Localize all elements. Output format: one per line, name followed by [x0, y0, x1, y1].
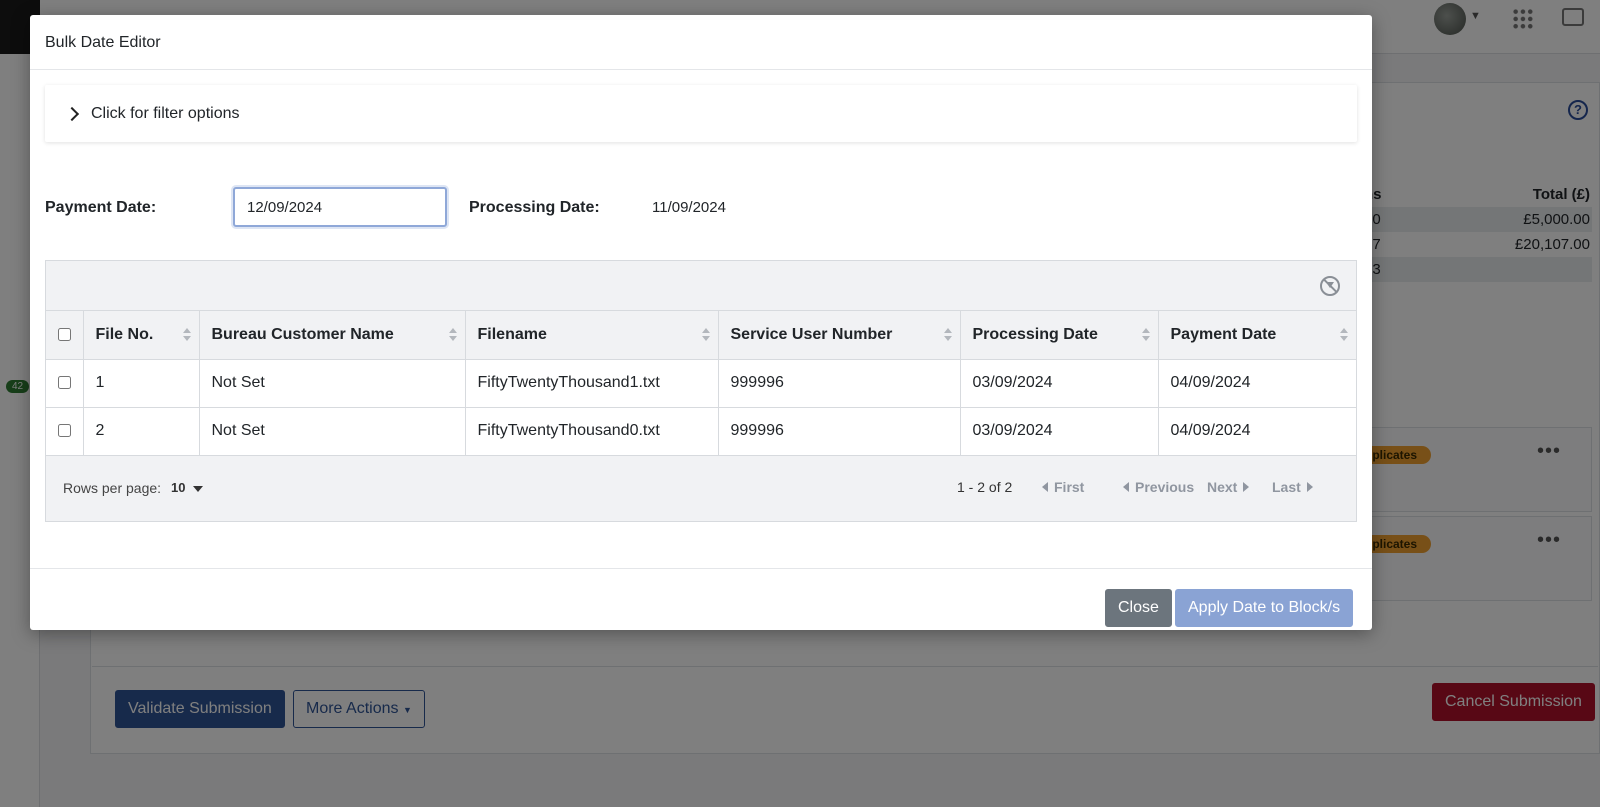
cell-filename: FiftyTwentyThousand0.txt — [465, 407, 719, 456]
sort-icon[interactable] — [701, 328, 710, 342]
clear-filter-icon[interactable] — [1320, 276, 1340, 296]
next-page-button[interactable]: Next — [1207, 479, 1250, 495]
apply-date-button[interactable]: Apply Date to Block/s — [1175, 589, 1354, 627]
processing-date-value: 11/09/2024 — [652, 199, 726, 216]
files-table: File No. Bureau Customer Name Filename S… — [46, 311, 1356, 456]
select-all-cell — [46, 311, 84, 360]
chevron-right-icon — [64, 106, 80, 121]
table-header-row: File No. Bureau Customer Name Filename S… — [46, 311, 1356, 360]
sort-icon[interactable] — [943, 328, 952, 342]
row-checkbox[interactable] — [57, 376, 71, 390]
modal-title: Bulk Date Editor — [45, 34, 161, 51]
last-page-button[interactable]: Last — [1272, 479, 1313, 495]
bulk-date-editor-modal: Bulk Date Editor Click for filter option… — [30, 15, 1372, 630]
cell-payment-date: 04/09/2024 — [1158, 407, 1356, 456]
column-header-filename[interactable]: Filename — [465, 311, 719, 360]
modal-header: Bulk Date Editor — [30, 15, 1372, 70]
cell-sun: 999996 — [718, 359, 961, 408]
date-row: Payment Date: Processing Date: 11/09/202… — [45, 187, 1357, 229]
select-all-checkbox[interactable] — [57, 328, 71, 342]
page-range-info: 1 - 2 of 2 — [957, 478, 1013, 495]
processing-date-label: Processing Date: — [469, 199, 600, 216]
first-page-button[interactable]: First — [1042, 479, 1084, 495]
filter-options-toggle[interactable]: Click for filter options — [45, 85, 1357, 142]
column-header-customer[interactable]: Bureau Customer Name — [199, 311, 466, 360]
triangle-right-icon — [1243, 481, 1250, 492]
table-row[interactable]: 1 Not Set FiftyTwentyThousand1.txt 99999… — [46, 359, 1356, 408]
sort-icon[interactable] — [448, 328, 457, 342]
cell-payment-date: 04/09/2024 — [1158, 359, 1356, 408]
modal-footer: Close Apply Date to Block/s — [30, 568, 1372, 630]
sort-icon[interactable] — [1141, 328, 1150, 342]
caret-down-icon[interactable] — [193, 485, 203, 492]
triangle-left-icon — [1042, 481, 1048, 492]
row-select-cell — [46, 359, 84, 408]
modal-body: Click for filter options Payment Date: P… — [30, 70, 1372, 568]
payment-date-input[interactable] — [233, 187, 447, 227]
sort-icon[interactable] — [1340, 328, 1348, 342]
table-row[interactable]: 2 Not Set FiftyTwentyThousand0.txt 99999… — [46, 407, 1356, 456]
cell-sun: 999996 — [718, 407, 961, 456]
cell-processing-date: 03/09/2024 — [960, 359, 1159, 408]
cell-filename: FiftyTwentyThousand1.txt — [465, 359, 719, 408]
column-header-file-no[interactable]: File No. — [83, 311, 200, 360]
triangle-right-icon — [1306, 481, 1313, 492]
row-select-cell — [46, 407, 84, 456]
payment-date-label: Payment Date: — [45, 199, 157, 216]
column-header-sun[interactable]: Service User Number — [718, 311, 961, 360]
cell-customer: Not Set — [199, 359, 466, 408]
previous-page-button[interactable]: Previous — [1123, 479, 1194, 495]
cell-file-no: 2 — [83, 407, 200, 456]
column-header-processing-date[interactable]: Processing Date — [960, 311, 1159, 360]
filter-options-label: Click for filter options — [91, 104, 240, 122]
column-header-payment-date[interactable]: Payment Date — [1158, 311, 1356, 360]
cell-customer: Not Set — [199, 407, 466, 456]
cell-file-no: 1 — [83, 359, 200, 408]
row-checkbox[interactable] — [57, 424, 71, 438]
rows-per-page-label: Rows per page: — [63, 479, 162, 496]
cell-processing-date: 03/09/2024 — [960, 407, 1159, 456]
table-pager: Rows per page: 10 1 - 2 of 2 First Previ… — [46, 455, 1356, 516]
close-button[interactable]: Close — [1105, 589, 1172, 627]
sort-icon[interactable] — [182, 328, 191, 342]
grid-toolbar — [46, 261, 1356, 311]
triangle-left-icon — [1123, 481, 1129, 492]
files-grid: File No. Bureau Customer Name Filename S… — [45, 260, 1357, 522]
rows-per-page-select[interactable]: 10 — [171, 480, 185, 495]
